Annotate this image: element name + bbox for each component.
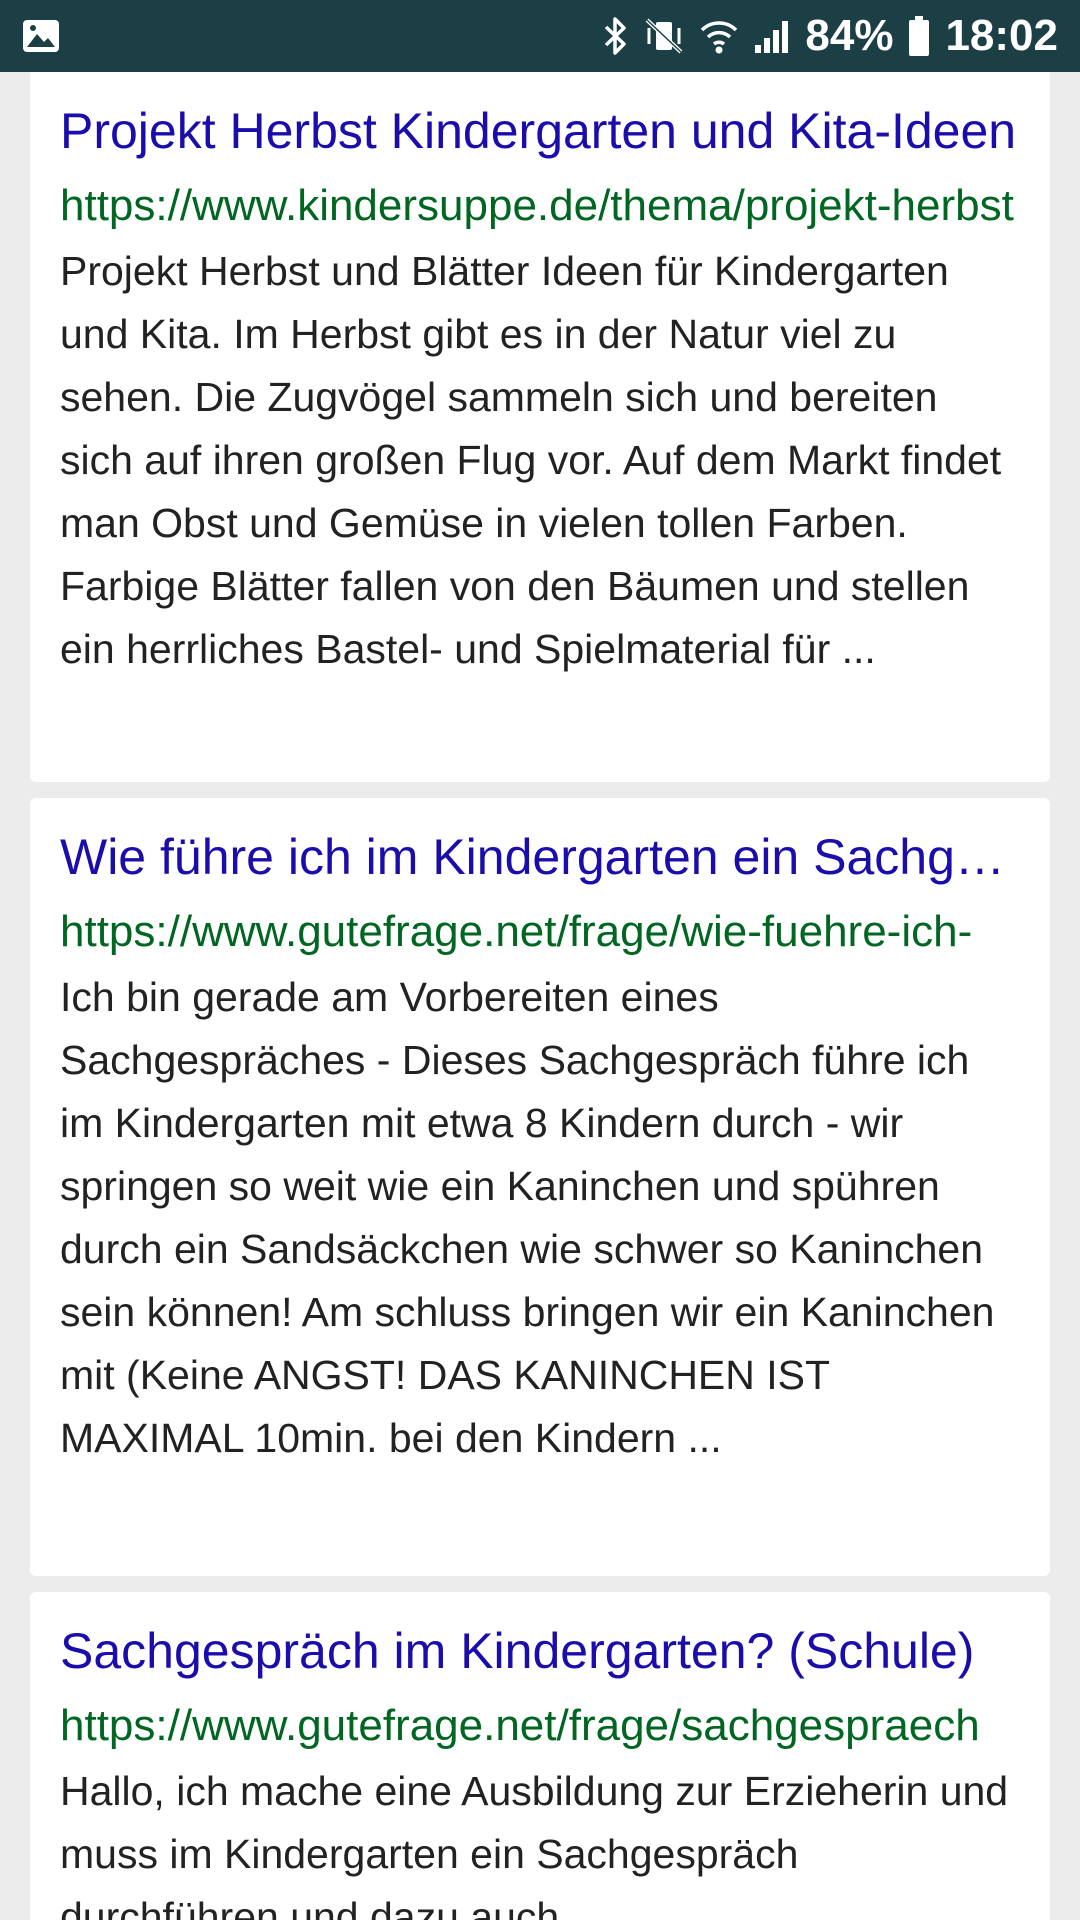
result-url[interactable]: https://www.kindersuppe.de/thema/projekt… [60, 178, 1050, 234]
result-card[interactable]: Sachgespräch im Kindergarten? (Schule) h… [30, 1592, 1050, 1920]
signal-icon [753, 17, 791, 55]
result-snippet: Hallo, ich mache eine Ausbildung zur Erz… [60, 1768, 1009, 1920]
battery-percent: 84% [805, 11, 894, 60]
result-url[interactable]: https://www.gutefrage.net/frage/sachgesp… [60, 1698, 1050, 1754]
gallery-icon [22, 19, 60, 53]
result-title-link[interactable]: Wie führe ich im Kindergarten ein Sachge… [60, 826, 1020, 888]
result-title-link[interactable]: Projekt Herbst Kindergarten und Kita-Ide… [60, 100, 1020, 162]
result-card[interactable]: Wie führe ich im Kindergarten ein Sachge… [30, 798, 1050, 1576]
result-url[interactable]: https://www.gutefrage.net/frage/wie-fueh… [60, 904, 1050, 960]
clock: 18:02 [945, 11, 1058, 60]
result-title-link[interactable]: Sachgespräch im Kindergarten? (Schule) [60, 1620, 1020, 1682]
vibrate-mute-icon [643, 16, 685, 56]
result-snippet: Projekt Herbst und Blätter Ideen für Kin… [60, 248, 1002, 672]
result-card[interactable]: Projekt Herbst Kindergarten und Kita-Ide… [30, 72, 1050, 782]
result-snippet: Ich bin gerade am Vorbereiten eines Sach… [60, 974, 995, 1461]
wifi-icon [699, 16, 739, 56]
battery-icon [907, 15, 931, 57]
bluetooth-icon [603, 16, 629, 56]
results-list: Projekt Herbst Kindergarten und Kita-Ide… [0, 72, 1080, 1920]
status-bar: 84% 18:02 [0, 0, 1080, 72]
